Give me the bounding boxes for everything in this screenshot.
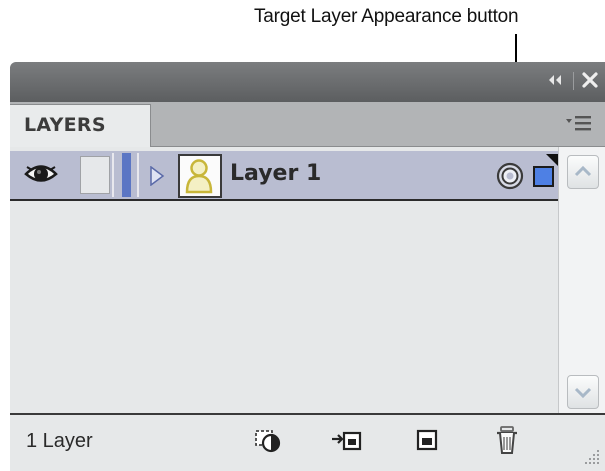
lock-toggle[interactable] [80, 156, 110, 194]
resize-grip-icon[interactable] [580, 445, 602, 467]
titlebar-divider [573, 72, 574, 90]
layer-row[interactable]: Layer 1 [10, 151, 558, 201]
layer-name[interactable]: Layer 1 [230, 161, 321, 186]
row-divider [137, 153, 139, 197]
scroll-down-button[interactable] [567, 375, 599, 409]
layer-count: 1 Layer [26, 430, 93, 452]
create-new-layer-icon[interactable] [410, 425, 444, 457]
scroll-up-button[interactable] [567, 155, 599, 189]
annotation-label: Target Layer Appearance button [254, 6, 519, 27]
make-clipping-mask-icon[interactable] [252, 425, 286, 457]
tab-layers-label: LAYERS [24, 114, 106, 136]
visibility-eye-icon[interactable] [24, 161, 58, 187]
layer-color-swatch [122, 153, 131, 197]
panel-titlebar[interactable] [10, 62, 605, 102]
current-layer-corner [546, 151, 558, 166]
delete-layer-icon[interactable] [490, 425, 524, 457]
vertical-scrollbar[interactable] [558, 147, 605, 413]
row-divider [112, 153, 114, 197]
disclosure-triangle-icon[interactable] [149, 165, 165, 187]
layers-panel: LAYERS Layer 1 1 Layer [10, 62, 605, 471]
tab-strip: LAYERS [10, 102, 605, 148]
panel-menu-icon[interactable] [563, 112, 595, 136]
layer-thumbnail [178, 154, 222, 198]
double-chevron-left-icon[interactable] [542, 67, 568, 93]
target-appearance-icon[interactable] [496, 162, 524, 190]
tab-layers[interactable]: LAYERS [10, 104, 151, 148]
selection-indicator[interactable] [533, 166, 554, 187]
layers-list: Layer 1 [10, 147, 558, 413]
close-icon[interactable] [578, 67, 602, 93]
create-sublayer-icon[interactable] [330, 425, 364, 457]
panel-footer: 1 Layer [10, 413, 605, 471]
